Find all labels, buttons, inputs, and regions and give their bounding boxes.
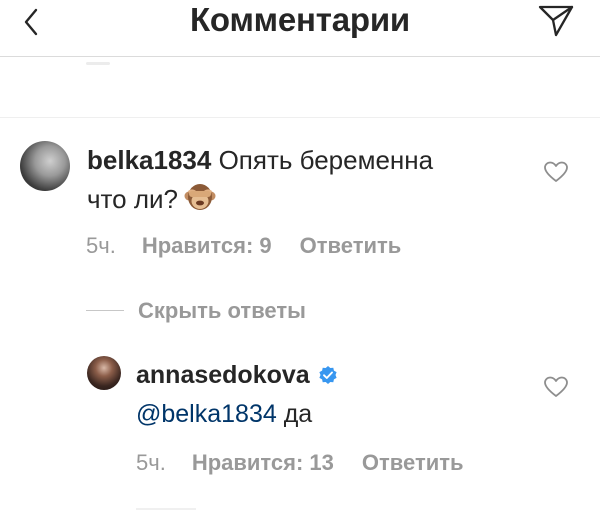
paper-plane-icon[interactable] — [536, 2, 576, 38]
hide-replies-label: Скрыть ответы — [138, 298, 306, 323]
reply-header: annasedokova — [136, 356, 338, 394]
comments-screen: Комментарии belka1834 Опять беременна чт… — [0, 0, 600, 522]
section-divider — [0, 117, 600, 118]
verified-badge-icon — [318, 358, 338, 384]
thread-dash — [86, 310, 124, 311]
likes-count[interactable]: Нравится: 9 — [142, 233, 272, 258]
reply-avatar[interactable] — [87, 356, 121, 390]
comment-meta: 5ч. Нравится: 9 Ответить — [86, 233, 401, 259]
comment-body: Опять беременна — [218, 145, 434, 175]
see-no-evil-monkey-icon — [184, 182, 216, 212]
comment-text: belka1834 Опять беременна — [87, 141, 433, 179]
reply-button[interactable]: Ответить — [300, 233, 402, 258]
reply-username[interactable]: annasedokova — [136, 361, 310, 389]
page-title: Комментарии — [189, 1, 411, 38]
header-bar: Комментарии — [0, 0, 600, 57]
comment-time: 5ч. — [86, 233, 116, 258]
reply-time: 5ч. — [136, 450, 166, 475]
reply-like-heart-icon[interactable] — [543, 375, 569, 399]
reply-reply-button[interactable]: Ответить — [362, 450, 464, 475]
comment-body-continued: что ли? — [87, 184, 178, 214]
reply-body: да — [283, 400, 313, 428]
faint-divider — [86, 62, 110, 65]
mention-link[interactable]: @belka1834 — [136, 400, 277, 428]
like-heart-icon[interactable] — [543, 160, 569, 184]
faint-divider-bottom — [136, 508, 196, 510]
comment-text-continued: что ли? — [87, 180, 216, 218]
reply-likes-count[interactable]: Нравится: 13 — [192, 450, 334, 475]
comment-username[interactable]: belka1834 — [87, 145, 211, 175]
avatar[interactable] — [20, 141, 70, 191]
reply-meta: 5ч. Нравится: 13 Ответить — [136, 450, 464, 476]
reply-text: @belka1834 да — [136, 395, 312, 433]
